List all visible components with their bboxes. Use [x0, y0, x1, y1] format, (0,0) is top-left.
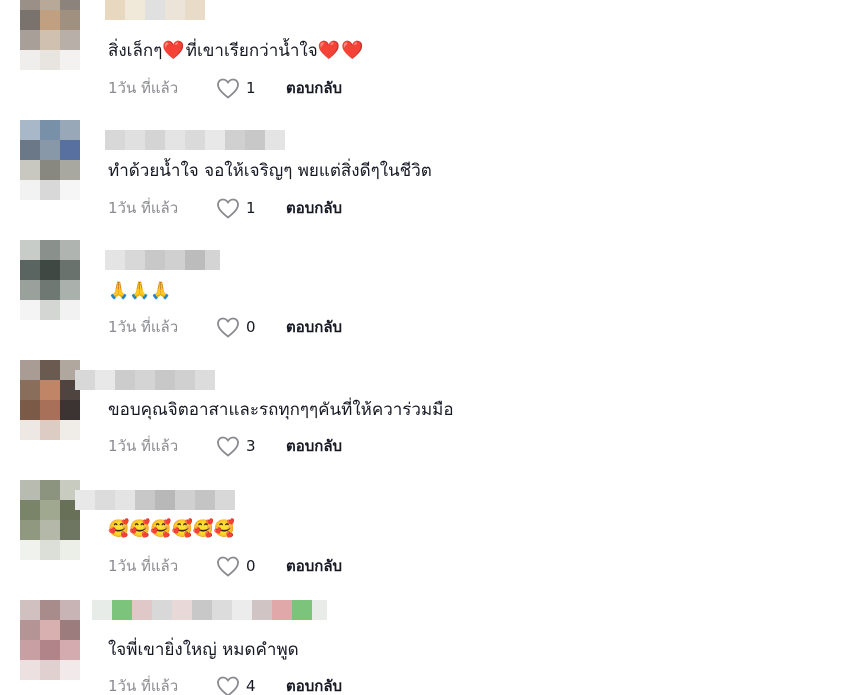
comment-text-part: สิ่งเล็กๆ [108, 41, 163, 61]
comment-text: 🙏🙏🙏 [108, 281, 172, 301]
like-button[interactable]: 1 [216, 77, 276, 99]
comment-text: 🥰🥰🥰🥰🥰🥰 [108, 519, 236, 539]
like-button[interactable]: 1 [216, 197, 276, 219]
username-blurred[interactable] [105, 0, 215, 20]
comment-text: ขอบคุณจิตอาสาและรถทุกๆๆคันที่ให้ควาร่วมม… [108, 400, 454, 420]
like-button[interactable]: 0 [216, 555, 276, 577]
avatar[interactable] [20, 360, 80, 440]
heart-outline-icon [217, 556, 239, 577]
username-blurred[interactable] [105, 130, 285, 150]
avatar[interactable] [20, 120, 80, 200]
like-count: 3 [246, 437, 256, 455]
comment-text: สิ่งเล็กๆ❤️ที่เขาเรียกว่าน้ำใจ❤️❤️ [108, 38, 365, 64]
heart-outline-icon [217, 676, 239, 695]
heart-outline-icon [217, 198, 239, 219]
comment-item: ใจพี่เขายิ่งใหญ่ หมดคำพูด 1วัน ที่แล้ว 4… [0, 590, 863, 695]
like-count: 4 [246, 677, 256, 695]
heart-outline-icon [217, 317, 239, 338]
comment-meta: 1วัน ที่แล้ว 1 ตอบกลับ [108, 197, 342, 219]
like-button[interactable]: 3 [216, 435, 276, 457]
comment-time: 1วัน ที่แล้ว [108, 437, 179, 455]
username-blurred[interactable] [75, 490, 235, 510]
comment-time: 1วัน ที่แล้ว [108, 318, 179, 336]
red-heart-icon: ❤️ [317, 40, 341, 61]
avatar[interactable] [20, 240, 80, 320]
avatar[interactable] [20, 600, 80, 680]
like-count: 0 [246, 318, 256, 336]
red-heart-icon: ❤️ [162, 40, 185, 61]
comment-item: สิ่งเล็กๆ❤️ที่เขาเรียกว่าน้ำใจ❤️❤️ 1วัน … [0, 0, 863, 110]
like-button[interactable]: 4 [216, 675, 276, 695]
comment-meta: 1วัน ที่แล้ว 0 ตอบกลับ [108, 316, 342, 338]
reply-button[interactable]: ตอบกลับ [286, 196, 342, 220]
comment-text-part: ที่เขาเรียกว่าน้ำใจ [185, 41, 318, 61]
comment-text: ใจพี่เขายิ่งใหญ่ หมดคำพูด [108, 640, 299, 660]
comment-time: 1วัน ที่แล้ว [108, 79, 179, 97]
like-count: 0 [246, 557, 256, 575]
comment-item: 🙏🙏🙏 1วัน ที่แล้ว 0 ตอบกลับ [0, 230, 863, 350]
heart-outline-icon [217, 78, 239, 99]
username-blurred[interactable] [105, 250, 220, 270]
comment-meta: 1วัน ที่แล้ว 3 ตอบกลับ [108, 435, 342, 457]
heart-outline-icon [217, 436, 239, 457]
comment-meta: 1วัน ที่แล้ว 0 ตอบกลับ [108, 555, 342, 577]
reply-button[interactable]: ตอบกลับ [286, 434, 342, 458]
reply-button[interactable]: ตอบกลับ [286, 315, 342, 339]
avatar[interactable] [20, 480, 80, 560]
comment-time: 1วัน ที่แล้ว [108, 557, 179, 575]
username-blurred[interactable] [75, 370, 215, 390]
comment-time: 1วัน ที่แล้ว [108, 199, 179, 217]
comment-meta: 1วัน ที่แล้ว 4 ตอบกลับ [108, 675, 342, 695]
like-count: 1 [246, 199, 256, 217]
comment-item: 🥰🥰🥰🥰🥰🥰 1วัน ที่แล้ว 0 ตอบกลับ [0, 470, 863, 590]
comment-text: ทำด้วยน้ำใจ จอให้เจริญๆ พยแต่สิ่งดีๆในชี… [108, 161, 432, 181]
comment-meta: 1วัน ที่แล้ว 1 ตอบกลับ [108, 77, 342, 99]
like-button[interactable]: 0 [216, 316, 276, 338]
reply-button[interactable]: ตอบกลับ [286, 674, 342, 695]
reply-button[interactable]: ตอบกลับ [286, 76, 342, 100]
red-heart-icon: ❤️ [341, 40, 364, 61]
comment-item: ทำด้วยน้ำใจ จอให้เจริญๆ พยแต่สิ่งดีๆในชี… [0, 110, 863, 230]
comment-time: 1วัน ที่แล้ว [108, 677, 179, 695]
like-count: 1 [246, 79, 256, 97]
avatar[interactable] [20, 0, 80, 70]
comment-item: ขอบคุณจิตอาสาและรถทุกๆๆคันที่ให้ควาร่วมม… [0, 350, 863, 470]
reply-button[interactable]: ตอบกลับ [286, 554, 342, 578]
username-blurred[interactable] [92, 600, 327, 620]
